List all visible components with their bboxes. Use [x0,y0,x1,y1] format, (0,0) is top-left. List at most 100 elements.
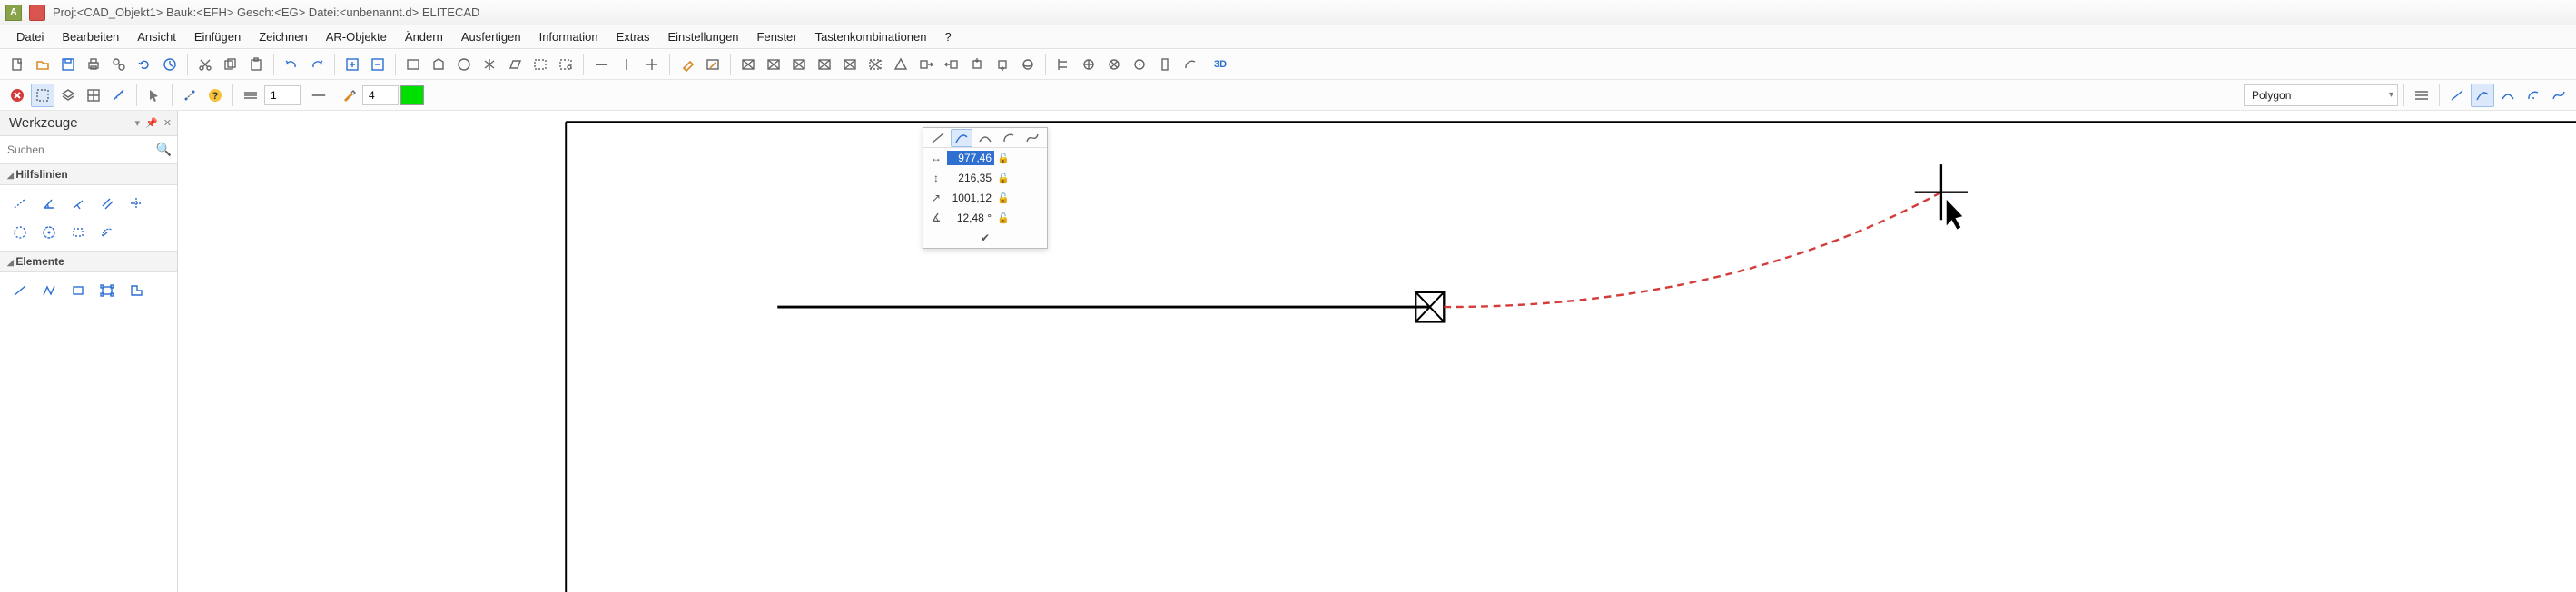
push-in-icon[interactable] [965,53,989,76]
seg-arc-center-icon[interactable] [2522,84,2545,107]
paste-icon[interactable] [244,53,268,76]
dy-value[interactable]: 216,35 [947,171,994,185]
edit-region-icon[interactable] [701,53,725,76]
3d-icon[interactable]: 3D [1204,53,1237,76]
menu-bearbeiten[interactable]: Bearbeiten [53,26,128,47]
dx-lock-icon[interactable]: 🔓 [996,153,1011,164]
search-icon[interactable]: 🔍 [156,142,172,157]
skew-select-icon[interactable] [503,53,527,76]
drawing-canvas[interactable]: ↔ 977,46 🔓 ↕ 216,35 🔓 ↗ 1001,12 🔓 ∡ 12,4… [178,111,2576,592]
helper-rect-icon[interactable] [65,220,91,245]
panel-dropdown-icon[interactable]: ▾ [135,117,141,129]
menu-ansicht[interactable]: Ansicht [128,26,185,47]
arc-icon[interactable] [1179,53,1202,76]
mode-spline-icon[interactable] [1022,129,1043,147]
confirm-check-icon[interactable]: ✔ [981,232,990,244]
axis-horizontal-icon[interactable] [589,53,613,76]
lines-menu-icon[interactable] [2410,84,2433,107]
box-x3-icon[interactable] [787,53,811,76]
tools-search-input[interactable] [5,143,151,157]
help-icon[interactable]: ? [203,84,227,107]
save-icon[interactable] [56,53,80,76]
push-out-icon[interactable] [991,53,1014,76]
push-left-icon[interactable] [940,53,963,76]
pen-input[interactable] [362,85,399,105]
box-x4-icon[interactable] [813,53,836,76]
section-elemente[interactable]: Elemente [0,251,177,272]
seg-line-icon[interactable] [2445,84,2469,107]
menu-fenster[interactable]: Fenster [748,26,806,47]
select-dashed-icon[interactable] [31,84,54,107]
linetype-input[interactable] [264,85,301,105]
circle-select-icon[interactable] [452,53,476,76]
mode-arc-tangent-icon[interactable] [951,129,972,147]
align-left-icon[interactable] [1051,53,1075,76]
helper-arc-icon[interactable] [94,220,120,245]
box-x2-icon[interactable] [762,53,785,76]
cut-icon[interactable] [193,53,217,76]
menu-einstellungen[interactable]: Einstellungen [658,26,747,47]
undo-icon[interactable] [280,53,303,76]
clock-icon[interactable] [158,53,182,76]
dy-lock-icon[interactable]: 🔓 [996,173,1011,184]
zoom-out-minus-icon[interactable] [366,53,390,76]
menu-extras[interactable]: Extras [607,26,659,47]
helper-circle-solid-icon[interactable] [36,220,62,245]
align-right-icon[interactable] [1102,53,1126,76]
elem-rect-handles-icon[interactable] [94,278,120,303]
line-preview-icon[interactable] [302,84,335,107]
menu-tastenkombinationen[interactable]: Tastenkombinationen [806,26,936,47]
snap-point-icon[interactable] [178,84,202,107]
box-x5-icon[interactable] [838,53,862,76]
menu-ausfertigen[interactable]: Ausfertigen [452,26,530,47]
linetype-icon[interactable] [239,84,262,107]
helper-angle-icon[interactable] [36,191,62,216]
draw-mode-dropdown[interactable]: Polygon [2244,84,2398,106]
elem-rect-icon[interactable] [65,278,91,303]
cancel-icon[interactable] [5,84,29,107]
menu-arobjekte[interactable]: AR-Objekte [317,26,396,47]
copy-properties-icon[interactable] [107,53,131,76]
helper-cross-icon[interactable] [123,191,149,216]
section-hilfslinien[interactable]: Hilfslinien [0,163,177,185]
push-right-icon[interactable] [914,53,938,76]
menu-einfgen[interactable]: Einfügen [185,26,250,47]
zoom-in-plus-icon[interactable] [341,53,364,76]
helper-parallel-icon[interactable] [94,191,120,216]
mode-arc-center-icon[interactable] [998,129,1020,147]
axis-both-icon[interactable] [640,53,664,76]
pointer-icon[interactable] [143,84,166,107]
open-folder-icon[interactable] [31,53,54,76]
copy-icon[interactable] [219,53,242,76]
elem-polyline-icon[interactable] [36,278,62,303]
mode-line-icon[interactable] [927,129,949,147]
elem-line-icon[interactable] [7,278,33,303]
poly-select-icon[interactable] [427,53,450,76]
dx-value[interactable]: 977,46 [947,151,994,165]
align-center-icon[interactable] [1077,53,1100,76]
measure-icon[interactable] [107,84,131,107]
refresh-icon[interactable] [133,53,156,76]
grid-icon[interactable] [82,84,105,107]
mirror-icon[interactable] [478,53,501,76]
box-x6-icon[interactable] [864,53,887,76]
axis-vertical-icon[interactable] [615,53,638,76]
ang-lock-icon[interactable]: 🔓 [996,212,1011,224]
redo-icon[interactable] [305,53,329,76]
seg-spline-icon[interactable] [2547,84,2571,107]
ang-value[interactable]: 12,48 ° [947,211,994,225]
menu-information[interactable]: Information [530,26,607,47]
helper-circle-icon[interactable] [7,220,33,245]
len-value[interactable]: 1001,12 [947,191,994,205]
rect-select-icon[interactable] [401,53,425,76]
len-lock-icon[interactable]: 🔓 [996,192,1011,204]
elem-lshape-icon[interactable] [123,278,149,303]
rotate-3d-icon[interactable] [1016,53,1040,76]
new-file-icon[interactable] [5,53,29,76]
dashed-select-icon[interactable] [528,53,552,76]
seg-arc-3pt-icon[interactable] [2496,84,2520,107]
snap-icon[interactable] [1128,53,1151,76]
menu-zeichnen[interactable]: Zeichnen [250,26,316,47]
menu-[interactable]: ? [935,26,960,47]
eraser-icon[interactable] [676,53,699,76]
